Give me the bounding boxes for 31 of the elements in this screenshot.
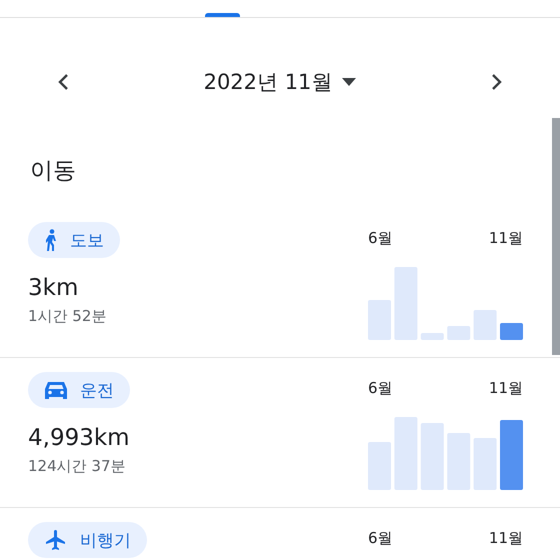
section-title: 이동 [30, 156, 76, 186]
month-label: 11월 [488, 228, 523, 248]
dropdown-icon [342, 78, 356, 86]
month-label: 6월 [368, 378, 393, 398]
chart-bar [500, 420, 523, 490]
chart-bar [368, 442, 391, 490]
tab-indicator [205, 13, 240, 17]
duration: 1시간 52분 [28, 306, 106, 326]
chart-bar [368, 300, 391, 340]
distance: 4,993km [28, 424, 130, 453]
distance: 3km [28, 274, 78, 303]
activity-chip[interactable]: 운전 [28, 372, 130, 408]
month-label: 11월 [488, 528, 523, 548]
month-dropdown[interactable]: 2022년 11월 [204, 68, 356, 96]
car-icon [44, 380, 68, 400]
chart-bar [420, 423, 444, 490]
chart-bar [474, 438, 497, 490]
month-label: 6월 [368, 228, 393, 248]
chart-bar [420, 333, 444, 340]
chart-bar [447, 326, 470, 340]
month-label: 6월 [368, 528, 393, 548]
scrollbar[interactable] [552, 118, 560, 355]
activity-chip[interactable]: 도보 [28, 222, 120, 258]
activity-chip[interactable]: 비행기 [28, 522, 147, 558]
walking-person-icon [44, 229, 58, 251]
chart-bar [447, 433, 470, 490]
airplane-icon [44, 528, 68, 552]
chart-bar [500, 323, 523, 340]
chart-bar [474, 310, 497, 340]
duration: 124시간 37분 [28, 456, 126, 476]
month-label: 11월 [488, 378, 523, 398]
